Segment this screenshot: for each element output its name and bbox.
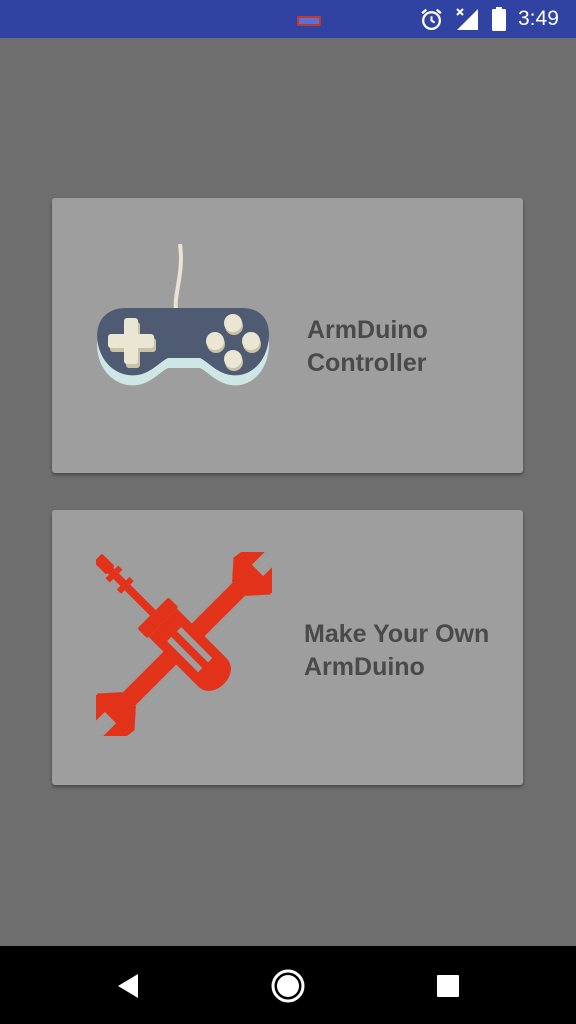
battery-icon [492, 7, 506, 31]
status-bar: 3:49 [0, 0, 576, 38]
signal-icon [456, 8, 478, 30]
armduino-controller-label: ArmDuino Controller [307, 316, 428, 377]
home-icon[interactable] [268, 966, 308, 1006]
notification-icon [297, 16, 321, 26]
status-clock: 3:49 [518, 7, 559, 30]
make-your-own-armduino-card[interactable]: Make Your Own ArmDuino [52, 510, 523, 785]
recents-icon[interactable] [428, 966, 468, 1006]
make-your-own-armduino-label: Make Your Own ArmDuino [304, 620, 490, 681]
gamepad-icon [97, 244, 269, 386]
tools-icon [96, 552, 272, 736]
armduino-controller-card[interactable]: ArmDuino Controller [52, 198, 523, 473]
back-icon[interactable] [108, 966, 148, 1006]
alarm-icon [421, 8, 442, 31]
navigation-bar [0, 946, 576, 1024]
